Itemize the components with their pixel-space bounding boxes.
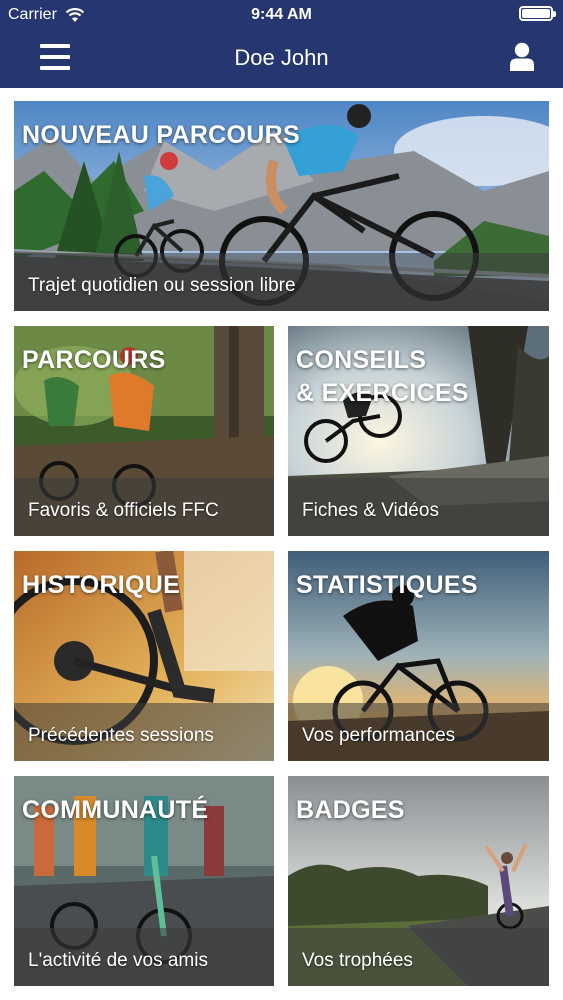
tile-subtitle: Fiches & Vidéos (302, 500, 439, 521)
tile-title: NOUVEAU PARCOURS (22, 121, 300, 149)
tile-title: HISTORIQUE (22, 571, 181, 599)
tile-title: CONSEILS & EXERCICES (296, 346, 469, 407)
tile-badges[interactable]: BADGES Vos trophées (288, 776, 549, 986)
status-bar: Carrier 9:44 AM (0, 0, 563, 30)
tile-title: BADGES (296, 796, 405, 824)
tile-title: STATISTIQUES (296, 571, 478, 599)
tile-subtitle: Trajet quotidien ou session libre (28, 275, 296, 296)
tile-subtitle: L'activité de vos amis (28, 950, 208, 971)
tile-subtitle: Favoris & officiels FFC (28, 500, 219, 521)
tile-statistiques[interactable]: STATISTIQUES Vos performances (288, 551, 549, 761)
tile-nouveau-parcours[interactable]: NOUVEAU PARCOURS Trajet quotidien ou ses… (14, 101, 549, 311)
tile-communaute[interactable]: COMMUNAUTÉ L'activité de vos amis (14, 776, 274, 986)
clock: 9:44 AM (251, 6, 312, 23)
battery-icon (519, 6, 556, 21)
page-title: Doe John (234, 45, 329, 70)
tile-historique[interactable]: HISTORIQUE Précédentes sessions (14, 551, 274, 761)
tile-parcours[interactable]: PARCOURS Favoris & officiels FFC (14, 326, 274, 536)
user-profile-icon[interactable] (509, 42, 535, 72)
tile-title: PARCOURS (22, 346, 166, 374)
navigation-bar: Doe John (0, 30, 563, 88)
tile-subtitle: Vos performances (302, 725, 456, 746)
tile-title: COMMUNAUTÉ (22, 796, 209, 824)
top-bar: Carrier 9:44 AM Doe John (0, 0, 563, 88)
tile-subtitle: Vos trophées (302, 950, 413, 971)
tile-conseils-exercices[interactable]: CONSEILS & EXERCICES Fiches & Vidéos (288, 326, 549, 536)
tile-subtitle: Précédentes sessions (28, 725, 214, 746)
